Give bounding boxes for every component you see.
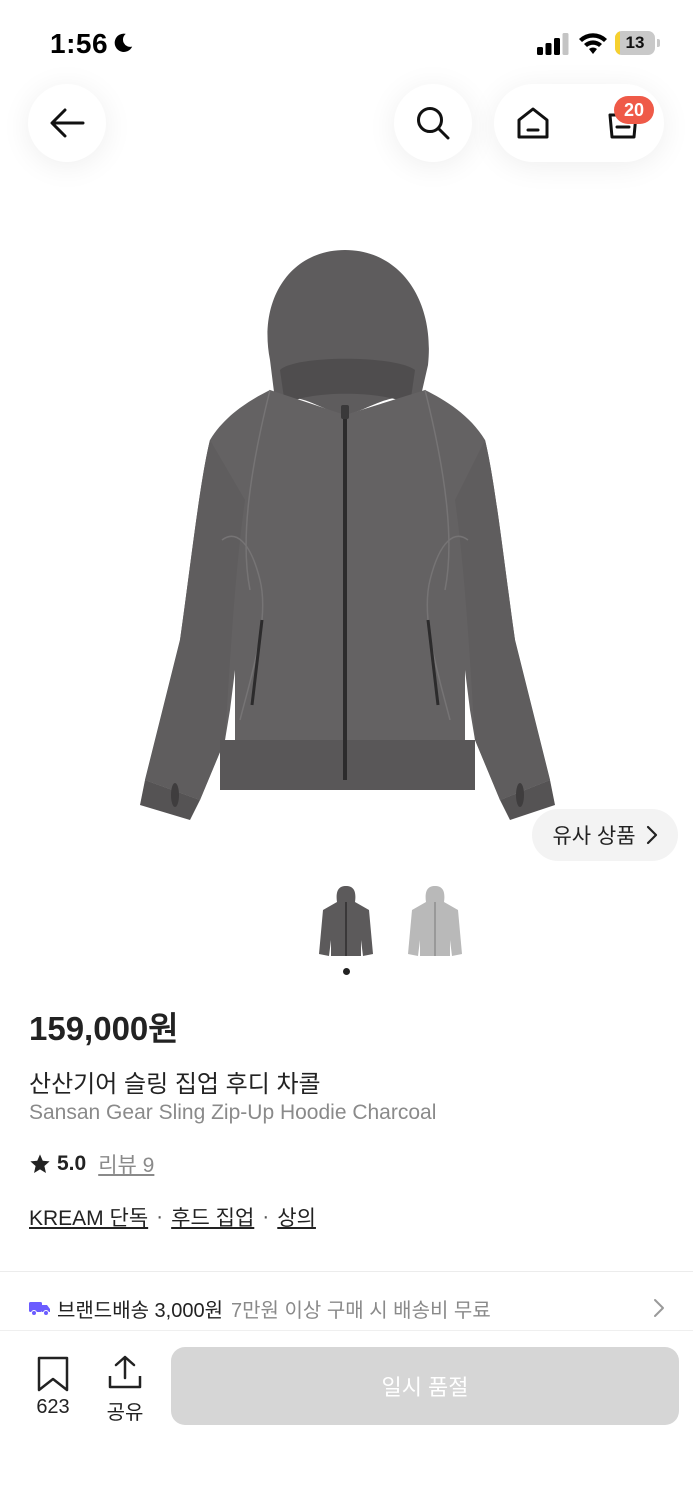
product-name-english: Sansan Gear Sling Zip-Up Hoodie Charcoal	[29, 1101, 437, 1124]
similar-products-button[interactable]: 유사 상품	[532, 809, 678, 861]
rating-row: 5.0 리뷰 9	[29, 1150, 154, 1178]
shipping-free-condition: 7만원 이상 구매 시 배송비 무료	[231, 1299, 491, 1322]
truck-icon	[29, 1302, 50, 1316]
home-cart-group: 20	[494, 84, 664, 162]
bookmark-count: 623	[36, 1396, 70, 1418]
share-icon	[108, 1355, 142, 1389]
search-icon	[417, 107, 450, 140]
thumbnail-indicator-dot	[343, 968, 350, 975]
status-time: 1:56	[50, 28, 109, 59]
thumbnail-charcoal[interactable]	[311, 880, 381, 960]
bottom-bar-border	[0, 1330, 693, 1331]
tag-separator: ·	[156, 1205, 164, 1228]
shipping-fee-label: 브랜드배송 3,000원	[57, 1299, 224, 1322]
tag-separator: ·	[262, 1205, 270, 1228]
shipping-info-row[interactable]: 브랜드배송 3,000원 7만원 이상 구매 시 배송비 무료	[29, 1290, 669, 1326]
cart-count-badge: 20	[614, 96, 654, 124]
wifi-icon	[579, 33, 607, 54]
bookmark-button[interactable]: 623	[28, 1352, 78, 1422]
home-button[interactable]	[494, 84, 572, 162]
product-image[interactable]	[130, 240, 560, 820]
share-label: 공유	[106, 1402, 144, 1424]
tag-kream-exclusive[interactable]: KREAM 단독	[29, 1202, 148, 1232]
battery-level: 13	[625, 33, 645, 52]
chevron-right-icon	[646, 825, 657, 845]
thumbnail-gray[interactable]	[400, 880, 470, 960]
temporarily-sold-out-button[interactable]: 일시 품절	[171, 1347, 679, 1425]
battery-icon: 13	[615, 31, 661, 55]
search-button[interactable]	[394, 84, 472, 162]
signal-icon	[537, 33, 569, 55]
share-button[interactable]: 공유	[100, 1352, 150, 1424]
similar-products-label: 유사 상품	[552, 825, 636, 848]
home-icon	[517, 107, 549, 139]
status-bar: 1:56 13	[0, 0, 693, 90]
star-icon	[30, 1154, 50, 1173]
section-divider	[0, 1271, 693, 1272]
back-button[interactable]	[28, 84, 106, 162]
rating-value: 5.0	[57, 1152, 87, 1175]
chevron-right-icon	[654, 1299, 664, 1317]
tag-tops[interactable]: 상의	[277, 1202, 316, 1232]
back-arrow-icon	[50, 108, 85, 138]
product-price: 159,000원	[29, 1010, 179, 1047]
tag-hood-zipup[interactable]: 후드 집업	[171, 1202, 254, 1232]
bookmark-icon	[37, 1356, 69, 1392]
review-link[interactable]: 리뷰 9	[98, 1149, 154, 1179]
product-name-korean: 산산기어 슬링 집업 후디 차콜	[29, 1071, 321, 1098]
category-tags: KREAM 단독 · 후드 집업 · 상의	[29, 1202, 316, 1232]
moon-icon	[114, 33, 133, 52]
